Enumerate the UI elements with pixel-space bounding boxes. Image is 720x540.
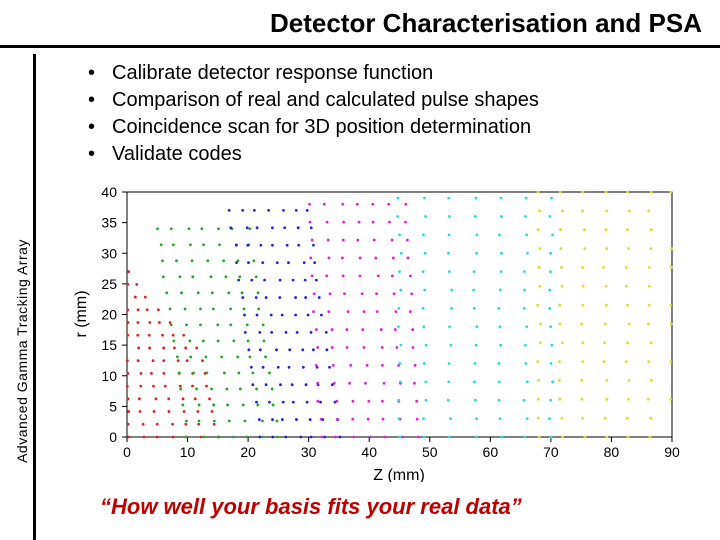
svg-text:40: 40 — [361, 444, 377, 460]
svg-text:50: 50 — [422, 444, 438, 460]
svg-text:15: 15 — [101, 337, 117, 353]
bullet-list: Calibrate detector response function Com… — [88, 60, 704, 168]
svg-text:10: 10 — [101, 368, 117, 384]
svg-text:30: 30 — [101, 245, 117, 261]
scatter-chart: 0 10 20 30 40 50 60 70 80 90 0 5 10 15 20 25 30 35 40 Z (… — [72, 182, 692, 482]
svg-text:0: 0 — [109, 429, 117, 445]
sidebar: Advanced Gamma Tracking Array — [4, 0, 40, 540]
vertical-rule — [33, 54, 36, 540]
x-axis-label: Z (mm) — [373, 467, 425, 482]
sidebar-label: Advanced Gamma Tracking Array — [14, 239, 30, 463]
y-axis-label: r (mm) — [73, 290, 90, 337]
svg-text:10: 10 — [180, 444, 196, 460]
svg-text:20: 20 — [240, 444, 256, 460]
svg-text:5: 5 — [109, 398, 117, 414]
svg-text:20: 20 — [101, 307, 117, 323]
svg-text:35: 35 — [101, 215, 117, 231]
content-area: Calibrate detector response function Com… — [60, 60, 704, 168]
bullet-item: Comparison of real and calculated pulse … — [88, 87, 704, 114]
svg-text:70: 70 — [543, 444, 559, 460]
chart-svg: 0 10 20 30 40 50 60 70 80 90 0 5 10 15 20 25 30 35 40 Z (… — [72, 182, 692, 482]
svg-text:90: 90 — [664, 444, 680, 460]
bullet-item: Calibrate detector response function — [88, 60, 704, 87]
svg-text:40: 40 — [101, 184, 117, 200]
svg-text:30: 30 — [301, 444, 317, 460]
svg-text:60: 60 — [483, 444, 499, 460]
quote-text: “How well your basis fits your real data… — [100, 494, 522, 520]
bullet-item: Validate codes — [88, 141, 704, 168]
svg-text:25: 25 — [101, 276, 117, 292]
svg-text:80: 80 — [604, 444, 620, 460]
slide-title: Detector Characterisation and PSA — [0, 0, 720, 45]
title-divider — [0, 45, 720, 48]
svg-text:0: 0 — [123, 444, 131, 460]
bullet-item: Coincidence scan for 3D position determi… — [88, 114, 704, 141]
